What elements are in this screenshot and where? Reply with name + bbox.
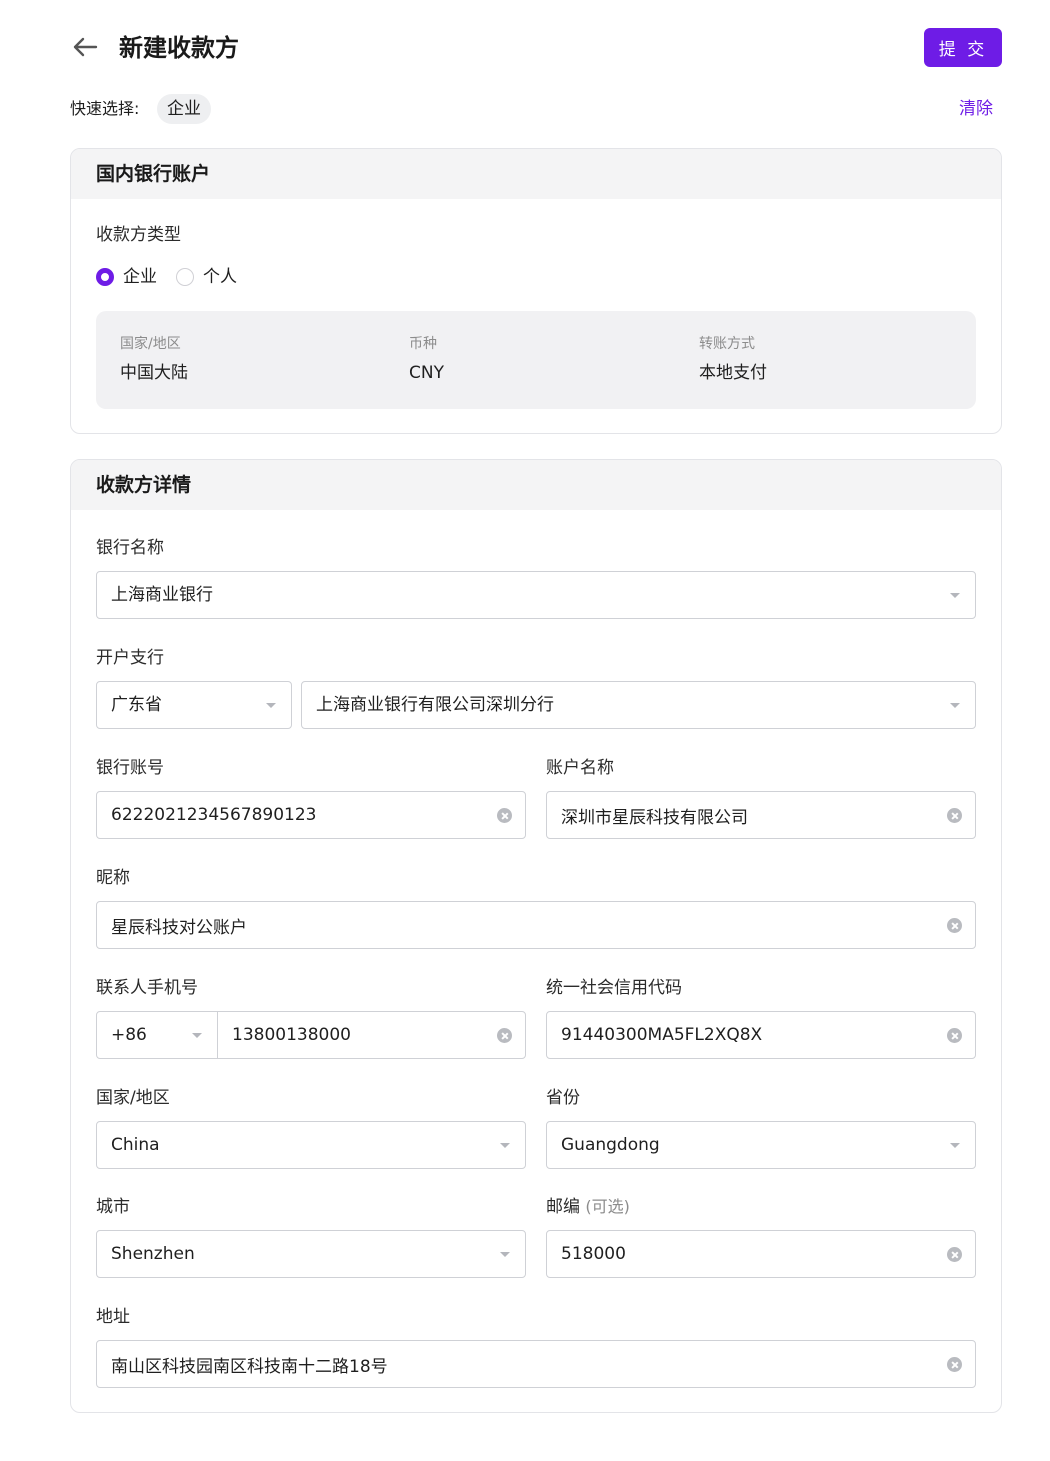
- clear-input-icon[interactable]: [947, 808, 962, 823]
- country-value: China: [111, 1135, 160, 1155]
- phone-code-value: +86: [111, 1025, 147, 1045]
- info-country: 国家/地区 中国大陆: [120, 333, 188, 385]
- phone-code-select[interactable]: +86: [96, 1011, 218, 1059]
- submit-button[interactable]: 提 交: [924, 28, 1002, 67]
- radio-individual-label: 个人: [203, 267, 237, 287]
- chevron-down-icon[interactable]: [192, 1033, 202, 1038]
- bank-name-value: 上海商业银行: [111, 585, 213, 605]
- city-value: Shenzhen: [111, 1244, 195, 1264]
- page-header: 新建收款方 提 交: [70, 28, 1002, 68]
- info-currency-value: CNY: [409, 363, 444, 383]
- clear-input-icon[interactable]: [947, 1028, 962, 1043]
- phone-number-input[interactable]: [218, 1012, 525, 1058]
- city-select[interactable]: Shenzhen: [96, 1230, 526, 1278]
- clear-input-icon[interactable]: [947, 918, 962, 933]
- postal-input[interactable]: [547, 1231, 975, 1277]
- quick-select-label: 快速选择:: [70, 99, 140, 118]
- info-transfer-method-key: 转账方式: [699, 336, 755, 352]
- chevron-down-icon[interactable]: [500, 1252, 510, 1257]
- clear-input-icon[interactable]: [497, 808, 512, 823]
- credit-code-label: 统一社会信用代码: [546, 978, 682, 998]
- account-info-box: 国家/地区 中国大陆 币种 CNY 转账方式 本地支付: [96, 311, 976, 409]
- branch-province-select[interactable]: 广东省: [96, 681, 292, 729]
- chevron-down-icon[interactable]: [950, 1143, 960, 1148]
- postal-optional-hint: (可选): [585, 1197, 630, 1216]
- province-label: 省份: [546, 1088, 580, 1108]
- phone-label: 联系人手机号: [96, 978, 198, 998]
- province-select[interactable]: Guangdong: [546, 1121, 976, 1169]
- city-label: 城市: [96, 1197, 130, 1217]
- nickname-input[interactable]: [97, 902, 975, 948]
- payee-details-card-title: 收款方详情: [71, 460, 1001, 510]
- clear-input-icon[interactable]: [947, 1357, 962, 1372]
- account-name-field[interactable]: [546, 791, 976, 839]
- info-transfer-method-value: 本地支付: [699, 363, 767, 383]
- postal-label: 邮编 (可选): [546, 1195, 630, 1219]
- branch-name-value: 上海商业银行有限公司深圳分行: [316, 695, 554, 715]
- bank-account-card: 国内银行账户 收款方类型 企业 个人 国家/地区 中国大陆 币种 CNY 转账方…: [70, 148, 1002, 434]
- address-input[interactable]: [97, 1341, 975, 1387]
- credit-code-field[interactable]: [546, 1011, 976, 1059]
- clear-input-icon[interactable]: [497, 1028, 512, 1043]
- radio-enterprise-label: 企业: [123, 267, 157, 287]
- branch-name-select[interactable]: 上海商业银行有限公司深圳分行: [301, 681, 976, 729]
- address-label: 地址: [96, 1307, 130, 1327]
- clear-input-icon[interactable]: [947, 1247, 962, 1262]
- payee-details-card: 收款方详情 银行名称 上海商业银行 开户支行 广东省 上海商业银行有限公司深圳分…: [70, 459, 1002, 1413]
- payee-type-label: 收款方类型: [96, 225, 181, 245]
- postal-label-text: 邮编: [546, 1197, 580, 1217]
- account-number-input[interactable]: [97, 792, 525, 838]
- chevron-down-icon[interactable]: [950, 703, 960, 708]
- country-select[interactable]: China: [96, 1121, 526, 1169]
- province-value: Guangdong: [561, 1135, 660, 1155]
- nickname-field[interactable]: [96, 901, 976, 949]
- quick-select-chip-enterprise[interactable]: 企业: [157, 94, 211, 124]
- address-field[interactable]: [96, 1340, 976, 1388]
- account-name-label: 账户名称: [546, 758, 614, 778]
- bank-name-select[interactable]: 上海商业银行: [96, 571, 976, 619]
- quick-select-bar: 快速选择: 企业 清除: [70, 94, 1002, 124]
- branch-province-value: 广东省: [111, 695, 162, 715]
- clear-link[interactable]: 清除: [959, 97, 993, 121]
- branch-label: 开户支行: [96, 648, 164, 668]
- info-currency-key: 币种: [409, 336, 437, 352]
- chevron-down-icon[interactable]: [500, 1143, 510, 1148]
- info-country-value: 中国大陆: [120, 363, 188, 383]
- chevron-down-icon[interactable]: [950, 593, 960, 598]
- page-title: 新建收款方: [119, 34, 239, 62]
- radio-checked-icon: [96, 268, 114, 286]
- account-number-label: 银行账号: [96, 758, 164, 778]
- back-arrow-icon[interactable]: [70, 32, 100, 62]
- radio-unchecked-icon: [176, 268, 194, 286]
- account-name-input[interactable]: [547, 792, 975, 838]
- info-country-key: 国家/地区: [120, 336, 181, 352]
- country-label: 国家/地区: [96, 1088, 170, 1108]
- nickname-label: 昵称: [96, 868, 130, 888]
- account-number-field[interactable]: [96, 791, 526, 839]
- postal-field[interactable]: [546, 1230, 976, 1278]
- credit-code-input[interactable]: [547, 1012, 975, 1058]
- bank-account-card-title: 国内银行账户: [71, 149, 1001, 199]
- info-transfer-method: 转账方式 本地支付: [699, 333, 767, 385]
- chevron-down-icon[interactable]: [266, 703, 276, 708]
- phone-number-field[interactable]: [217, 1011, 526, 1059]
- bank-name-label: 银行名称: [96, 538, 164, 558]
- info-currency: 币种 CNY: [409, 333, 444, 385]
